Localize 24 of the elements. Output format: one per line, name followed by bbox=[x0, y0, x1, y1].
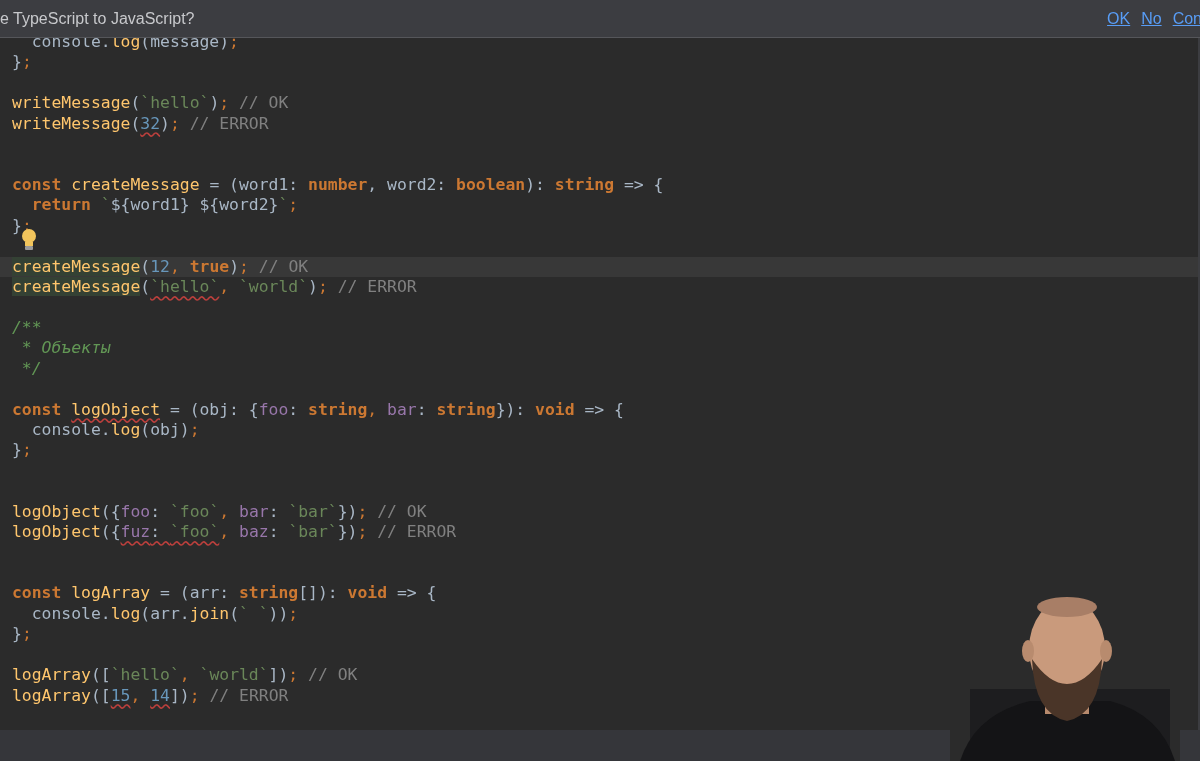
code-line: const createMessage = (word1: number, word2: boolean): string => { bbox=[11, 174, 665, 196]
code-line: createMessage(`hello`, `world`); // ERROR bbox=[11, 277, 418, 298]
code-line: console.log(arr.join(` `)); bbox=[30, 603, 300, 625]
code-line: }; bbox=[11, 624, 33, 645]
code-line: logArray([`hello`, `world`]); // OK bbox=[11, 665, 359, 686]
code-line: logArray([15, 14]); // ERROR bbox=[11, 685, 290, 706]
code-line: * Объекты bbox=[20, 338, 112, 359]
code-line: const logObject = (obj: {foo: string, bar: string}): void => { bbox=[11, 399, 625, 420]
code-line: writeMessage(32); // ERROR bbox=[11, 113, 270, 135]
notification-link[interactable]: OK bbox=[1107, 9, 1131, 28]
code-line: return `${word1} ${word2}`; bbox=[30, 195, 300, 216]
code-line: */ bbox=[20, 358, 43, 380]
code-line: console.log(obj); bbox=[30, 420, 201, 441]
code-line: /** bbox=[11, 317, 43, 339]
notification-link[interactable]: No bbox=[1141, 9, 1162, 28]
code-line: writeMessage(`hello`); // OK bbox=[11, 93, 290, 114]
code-line: }; bbox=[11, 440, 33, 461]
code-line: }; bbox=[11, 52, 33, 73]
code-line: logObject({fuz: `foo`, baz: `bar`}); // ERROR bbox=[11, 522, 458, 543]
code-line: logObject({foo: `foo`, bar: `bar`}); // OK bbox=[11, 501, 428, 523]
notification-link[interactable]: Con bbox=[1172, 9, 1200, 28]
code-line: const logArray = (arr: string[]): void => { bbox=[11, 583, 438, 604]
lightbulb-icon[interactable] bbox=[20, 228, 38, 253]
notification-text: e TypeScript to JavaScript? bbox=[0, 9, 195, 28]
